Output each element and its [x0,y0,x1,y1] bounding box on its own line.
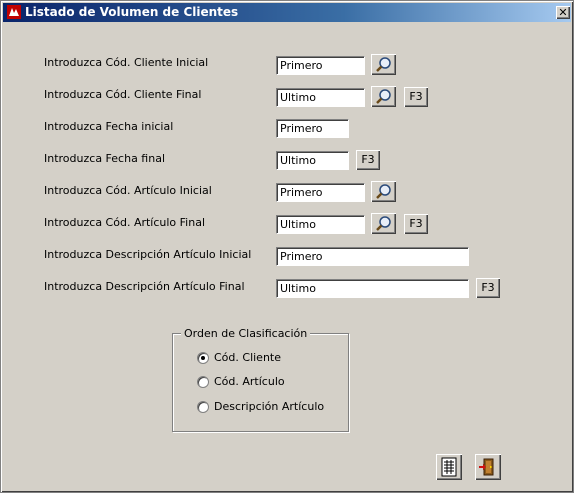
fecha-final-field[interactable]: Ultimo [276,151,349,170]
magnifier-icon [376,216,391,231]
app-icon [7,5,21,19]
label-articulo-final: Introduzca Cód. Artículo Final [44,216,206,229]
magnifier-icon [376,57,391,72]
radio-button-checked[interactable] [197,352,209,364]
articulo-final-field[interactable]: Ultimo [276,215,365,234]
sort-order-title: Orden de Clasificación [181,327,311,340]
radio-label: Descripción Artículo [214,400,325,413]
window-title: Listado de Volumen de Clientes [25,5,239,19]
print-preview-icon [441,457,457,477]
print-preview-button[interactable] [436,454,462,480]
report-dialog: Listado de Volumen de Clientes ✕ Introdu… [0,0,574,493]
title-bar[interactable]: Listado de Volumen de Clientes ✕ [3,3,571,22]
fecha-inicial-field[interactable]: Primero [276,119,349,138]
radio-label: Cód. Cliente [214,351,281,364]
descripcion-final-field[interactable]: Ultimo [276,279,469,298]
articulo-inicial-field[interactable]: Primero [276,183,365,202]
f3-articulo-final-button[interactable]: F3 [404,214,428,234]
search-cliente-final-button[interactable] [371,86,396,107]
f3-cliente-final-button[interactable]: F3 [404,87,428,107]
cliente-inicial-field[interactable]: Primero [276,56,365,75]
exit-door-icon [479,458,494,476]
close-button[interactable]: ✕ [556,6,570,19]
cliente-final-field[interactable]: Ultimo [276,88,365,107]
f3-descripcion-final-button[interactable]: F3 [476,278,500,298]
exit-button[interactable] [475,454,501,480]
radio-label: Cód. Artículo [214,375,285,388]
magnifier-icon [376,89,391,104]
f3-fecha-final-button[interactable]: F3 [356,150,380,170]
close-icon: ✕ [558,6,568,19]
search-articulo-final-button[interactable] [371,213,396,234]
magnifier-icon [376,184,391,199]
label-fecha-final: Introduzca Fecha final [44,152,165,165]
label-descripcion-inicial: Introduzca Descripción Artículo Inicial [44,248,252,261]
label-descripcion-final: Introduzca Descripción Artículo Final [44,280,245,293]
label-cliente-inicial: Introduzca Cód. Cliente Inicial [44,56,209,69]
label-fecha-inicial: Introduzca Fecha inicial [44,120,174,133]
search-cliente-inicial-button[interactable] [371,54,396,75]
radio-button[interactable] [197,376,209,388]
search-articulo-inicial-button[interactable] [371,181,396,202]
radio-button[interactable] [197,401,209,413]
label-articulo-inicial: Introduzca Cód. Artículo Inicial [44,184,212,197]
label-cliente-final: Introduzca Cód. Cliente Final [44,88,202,101]
descripcion-inicial-field[interactable]: Primero [276,247,469,266]
